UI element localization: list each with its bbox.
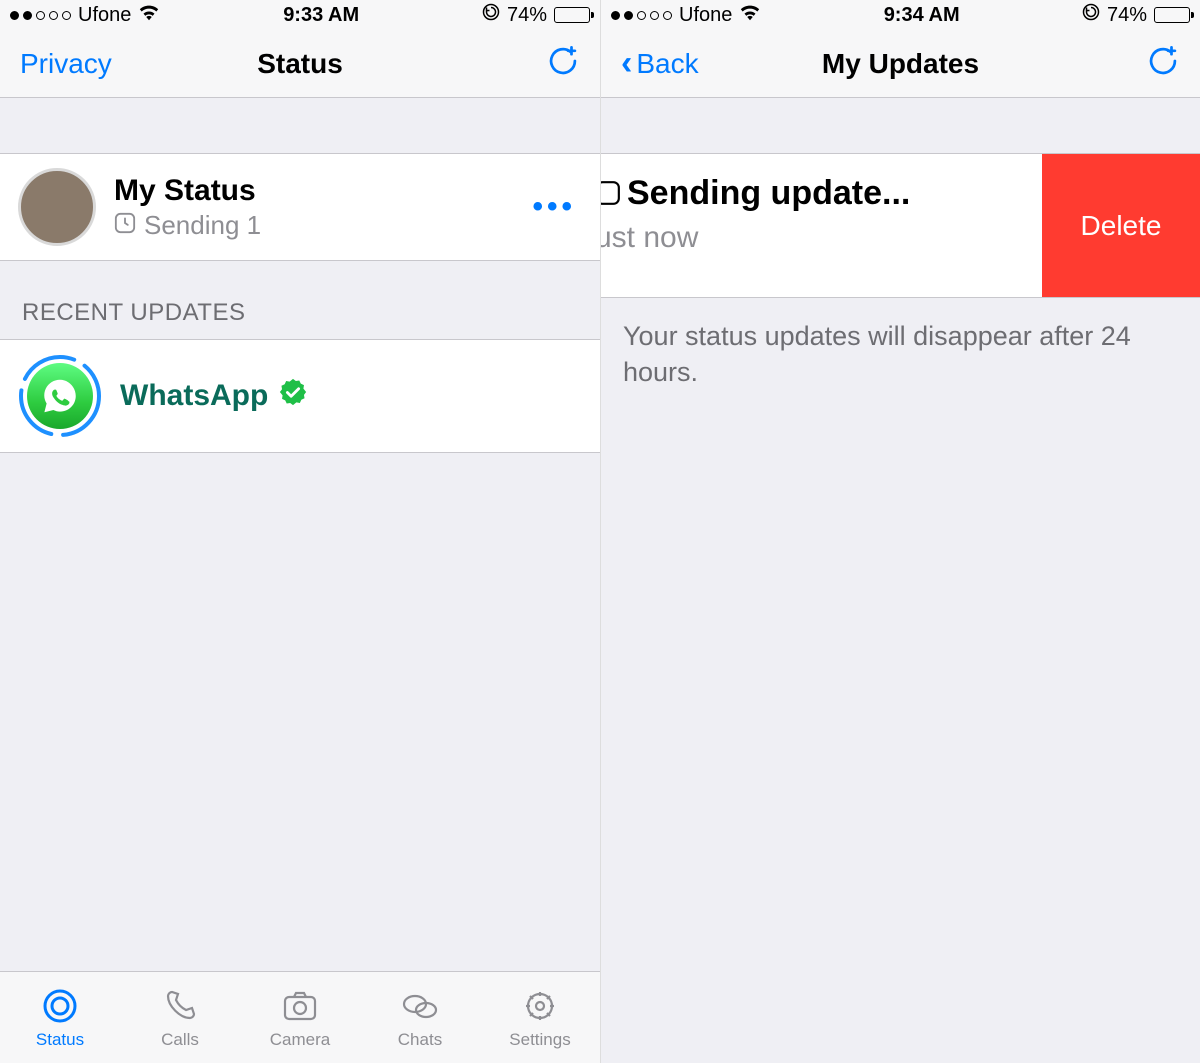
battery-pct: 74% xyxy=(1107,4,1147,27)
wifi-icon xyxy=(138,3,160,27)
clock-label: 9:33 AM xyxy=(283,4,359,27)
my-status-title: My Status xyxy=(114,174,514,208)
tab-status-label: Status xyxy=(36,1030,84,1050)
status-tab-icon xyxy=(40,986,80,1026)
tab-settings-label: Settings xyxy=(509,1030,570,1050)
more-button[interactable]: ••• xyxy=(532,190,582,224)
camera-tab-icon xyxy=(280,986,320,1026)
page-title: Status xyxy=(257,48,343,80)
navbar: Privacy Status xyxy=(0,30,600,98)
tab-status[interactable]: Status xyxy=(0,972,120,1063)
clock-label: 9:34 AM xyxy=(884,4,960,27)
privacy-link[interactable]: Privacy xyxy=(20,48,112,80)
ios-statusbar: Ufone 9:34 AM 74% xyxy=(601,0,1200,30)
refresh-plus-icon xyxy=(1146,44,1180,78)
page-title: My Updates xyxy=(822,48,979,80)
calls-tab-icon xyxy=(160,986,200,1026)
clock-icon xyxy=(114,210,136,241)
recent-update-row[interactable]: WhatsApp xyxy=(0,339,600,453)
clock-icon xyxy=(601,176,621,215)
update-timestamp: ust now xyxy=(601,221,1024,255)
chevron-left-icon: ‹ xyxy=(621,44,632,83)
signal-dots-icon xyxy=(10,11,71,20)
back-label: Back xyxy=(636,48,698,80)
battery-icon xyxy=(554,7,590,23)
tab-chats-label: Chats xyxy=(398,1030,442,1050)
rotation-lock-icon xyxy=(482,3,500,27)
tabbar: Status Calls Camera Chats Settings xyxy=(0,971,600,1063)
my-updates-screen: Ufone 9:34 AM 74% ‹ Back My Updates xyxy=(600,0,1200,1063)
rotation-lock-icon xyxy=(1082,3,1100,27)
ios-statusbar: Ufone 9:33 AM 74% xyxy=(0,0,600,30)
tab-chats[interactable]: Chats xyxy=(360,972,480,1063)
status-screen: Ufone 9:33 AM 74% Privacy Status xyxy=(0,0,600,1063)
update-title: Sending update... xyxy=(627,174,910,212)
verified-badge-icon xyxy=(278,377,308,415)
tab-camera[interactable]: Camera xyxy=(240,972,360,1063)
new-status-button[interactable] xyxy=(546,44,580,83)
back-button[interactable]: ‹ Back xyxy=(621,44,699,83)
carrier-label: Ufone xyxy=(78,4,131,27)
settings-tab-icon xyxy=(520,986,560,1026)
wifi-icon xyxy=(739,3,761,27)
tab-calls[interactable]: Calls xyxy=(120,972,240,1063)
status-update-row[interactable]: Sending update... ust now Delete xyxy=(601,153,1200,298)
refresh-plus-icon xyxy=(546,44,580,78)
tab-settings[interactable]: Settings xyxy=(480,972,600,1063)
whatsapp-logo-icon xyxy=(27,363,93,429)
battery-icon xyxy=(1154,7,1190,23)
disappear-notice: Your status updates will disappear after… xyxy=(601,298,1200,411)
status-ring-icon xyxy=(18,354,102,438)
tab-calls-label: Calls xyxy=(161,1030,199,1050)
recent-updates-header: RECENT UPDATES xyxy=(0,261,600,339)
signal-dots-icon xyxy=(611,11,672,20)
navbar: ‹ Back My Updates xyxy=(601,30,1200,98)
delete-button[interactable]: Delete xyxy=(1042,154,1200,297)
tab-camera-label: Camera xyxy=(270,1030,330,1050)
recent-update-name: WhatsApp xyxy=(120,379,268,413)
chats-tab-icon xyxy=(400,986,440,1026)
my-status-subtitle: Sending 1 xyxy=(144,210,261,241)
carrier-label: Ufone xyxy=(679,4,732,27)
battery-pct: 74% xyxy=(507,4,547,27)
new-status-button[interactable] xyxy=(1146,44,1180,83)
my-status-row[interactable]: My Status Sending 1 ••• xyxy=(0,153,600,261)
my-status-avatar xyxy=(18,168,96,246)
